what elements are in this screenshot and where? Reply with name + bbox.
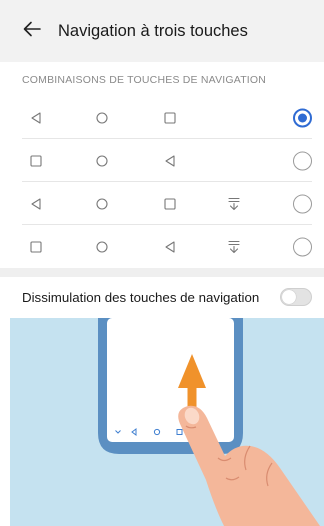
hide-navigation-label: Dissimulation des touches de navigation: [22, 289, 260, 305]
home-circle-icon: [94, 153, 110, 169]
home-circle-icon: [94, 239, 110, 255]
back-triangle-icon: [28, 196, 44, 212]
notification-down-icon: [226, 239, 242, 255]
combination-option-1[interactable]: [0, 96, 324, 139]
section-title: COMBINAISONS DE TOUCHES DE NAVIGATION: [22, 74, 267, 86]
home-circle-icon: [94, 110, 110, 126]
arrow-left-icon: [22, 19, 42, 44]
combination-option-3[interactable]: [0, 182, 324, 225]
recent-square-icon: [162, 196, 178, 212]
title-bar: Navigation à trois touches: [0, 0, 324, 62]
hide-navigation-setting[interactable]: Dissimulation des touches de navigation: [0, 278, 324, 316]
navigation-combinations-list: [0, 96, 324, 268]
radio-button[interactable]: [293, 151, 312, 170]
back-button[interactable]: [12, 11, 52, 51]
radio-button-selected[interactable]: [293, 108, 312, 127]
recent-square-icon: [162, 110, 178, 126]
hide-navigation-toggle[interactable]: [280, 288, 312, 306]
page-title: Navigation à trois touches: [58, 21, 248, 40]
phone-illustration: [98, 318, 243, 454]
swipe-gesture-illustration: [10, 318, 324, 526]
radio-button[interactable]: [293, 194, 312, 213]
pointing-hand-icon: [178, 405, 320, 526]
notification-down-icon: [226, 196, 242, 212]
combination-option-2[interactable]: [0, 139, 324, 182]
home-circle-icon: [94, 196, 110, 212]
back-triangle-icon: [162, 153, 178, 169]
recent-square-icon: [28, 239, 44, 255]
back-triangle-icon: [162, 239, 178, 255]
back-triangle-icon: [28, 110, 44, 126]
section-divider: [0, 268, 324, 277]
combination-option-4[interactable]: [0, 225, 324, 268]
recent-square-icon: [28, 153, 44, 169]
radio-button[interactable]: [293, 237, 312, 256]
toggle-knob: [282, 290, 296, 304]
